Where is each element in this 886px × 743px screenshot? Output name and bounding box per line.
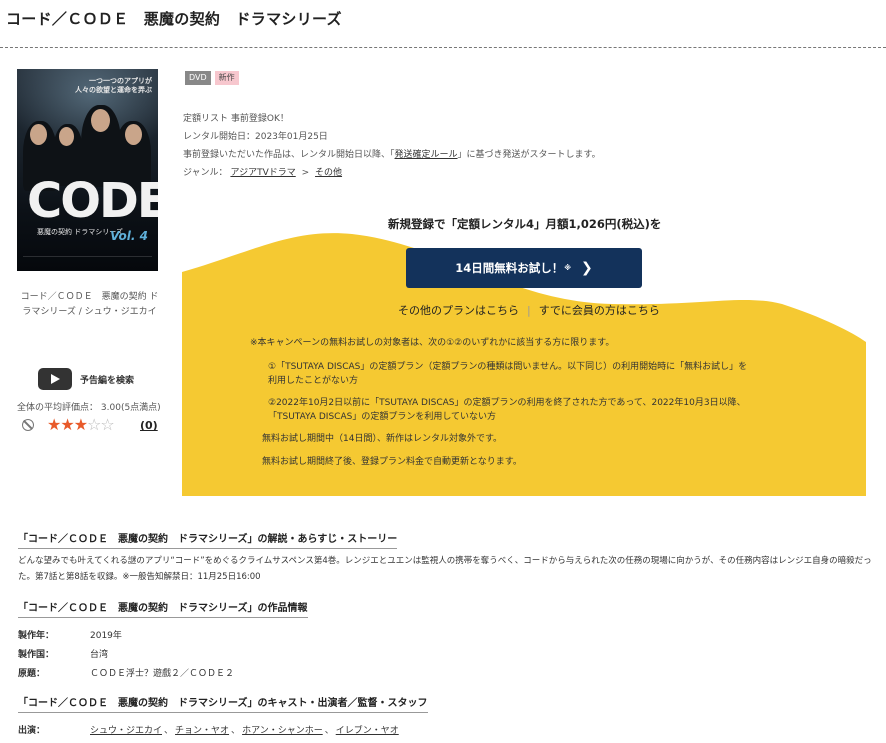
- chevron-right-icon: ❯: [581, 260, 593, 276]
- average-rating: 全体の平均評価点： 3.00(5点満点): [17, 400, 161, 413]
- meta-key: 製作年：: [18, 631, 55, 641]
- rating-label: 全体の平均評価点：: [17, 403, 99, 413]
- campaign-note-line: ②2022年10月2日以前に「TSUTAYA DISCAS」の定額プランの利用を…: [268, 398, 746, 408]
- link-separator: |: [527, 304, 531, 317]
- campaign-note-line: 「TSUTAYA DISCAS」の定額プランを利用していない方: [268, 412, 497, 422]
- campaign-note-1: ①「TSUTAYA DISCAS」の定額プラン（定額プランの種類は問いません。以…: [268, 360, 747, 388]
- genre-arrow: >: [301, 168, 310, 178]
- new-badge: 新作: [214, 71, 239, 85]
- production-year-row: 製作年： 2019年: [18, 628, 122, 641]
- campaign-note-3: 無料お試し期間中（14日間）、新作はレンタル対象外です。: [262, 434, 503, 444]
- prohibited-icon[interactable]: [22, 419, 34, 431]
- title-divider: [0, 47, 886, 48]
- item-info: 定額リスト 事前登録OK！ レンタル開始日：2023年01月25日 事前登録いた…: [183, 110, 601, 182]
- cast-separator: 、: [324, 726, 334, 736]
- campaign-note-intro: ※本キャンペーンの無料お試しの対象者は、次の①②のいずれかに該当する方に限ります…: [250, 338, 615, 348]
- cast-link[interactable]: ホアン・シャンホー: [242, 726, 323, 736]
- shipping-note-pre: 事前登録いただいた作品は、レンタル開始日以降、「: [183, 150, 395, 160]
- cast-link[interactable]: チョン・ヤオ: [175, 726, 229, 736]
- free-trial-button[interactable]: 14日間無料お試し！ ※ ❯: [406, 248, 642, 288]
- synopsis-text: どんな望みでも叶えてくれる謎のアプリ“コード”をめぐるクライムサスペンス第4巻。…: [18, 556, 872, 582]
- shipping-note-post: 」に基づき発送がスタートします。: [457, 150, 601, 160]
- poster-code-logo: CODE: [27, 173, 158, 229]
- promo-links: その他のプランはこちら | すでに会員の方はこちら: [398, 302, 660, 318]
- format-badges: DVD 新作: [185, 71, 239, 85]
- meta-key: 製作国：: [18, 650, 55, 660]
- meta-value: 台湾: [90, 650, 109, 660]
- free-trial-note-mark: ※: [564, 264, 572, 272]
- poster-face: [59, 127, 74, 146]
- campaign-note-4: 無料お試し期間終了後、登録プラン料金で自動更新となります。: [262, 457, 522, 467]
- poster-caption: コード／ＣＯＤＥ 悪魔の契約 ドラマシリーズ / シュウ・ジエカイ: [20, 292, 159, 317]
- cast-row: 出演： シュウ・ジエカイ、チョン・ヤオ、ホアン・シャンホー、イレブン・ヤオ: [18, 723, 399, 736]
- genre-label: ジャンル：: [183, 168, 228, 178]
- jacket-image[interactable]: 一つ一つのアプリが 人々の欲望と運命を弄ぶ CODE 悪魔の契約 ドラマシリーズ…: [17, 69, 158, 271]
- rating-scale: (5点満点): [120, 403, 161, 413]
- meta-key: 原題：: [18, 669, 46, 679]
- poster-face: [91, 109, 110, 132]
- campaign-note-line: 利用したことがない方: [268, 376, 359, 386]
- rating-value: 3.00: [100, 403, 121, 413]
- star-filled-icon: ★: [47, 415, 61, 434]
- rental-start-date: レンタル開始日：2023年01月25日: [183, 132, 328, 142]
- star-rating: ★★★☆☆: [47, 415, 115, 434]
- cast-label: 出演：: [18, 726, 46, 736]
- play-icon: [38, 368, 72, 390]
- original-title-row: 原題： ＣＯＤＥ浮士？遊戲２／ＣＯＤＥ２: [18, 666, 234, 679]
- star-filled-icon: ★: [60, 415, 74, 434]
- cast-link[interactable]: シュウ・ジエカイ: [90, 726, 162, 736]
- poster-volume: Vol. 4: [110, 229, 148, 243]
- cast-separator: 、: [231, 726, 241, 736]
- rating-row: ★★★☆☆ (0): [19, 415, 159, 436]
- production-country-row: 製作国： 台湾: [18, 647, 108, 660]
- meta-value: 2019年: [90, 631, 122, 641]
- page-title: コード／ＣＯＤＥ 悪魔の契約 ドラマシリーズ: [6, 10, 342, 28]
- campaign-note-line: ①「TSUTAYA DISCAS」の定額プラン（定額プランの種類は問いません。以…: [268, 362, 748, 372]
- cast-link[interactable]: イレブン・ヤオ: [336, 726, 399, 736]
- star-empty-icon: ☆: [87, 415, 101, 434]
- star-filled-icon: ★: [73, 415, 88, 434]
- promo-headline: 新規登録で「定額レンタル4」月額1,026円(税込)を: [388, 217, 662, 231]
- star-empty-icon: ☆: [100, 415, 114, 434]
- genre-link-asia-tv-drama[interactable]: アジアTVドラマ: [230, 168, 295, 178]
- poster-tagline-line: 人々の欲望と運命を弄ぶ: [75, 86, 152, 94]
- campaign-note-2: ②2022年10月2日以前に「TSUTAYA DISCAS」の定額プランの利用を…: [268, 396, 746, 424]
- works-info-heading: 「コード／ＣＯＤＥ 悪魔の契約 ドラマシリーズ」の作品情報: [18, 599, 308, 618]
- pre-registration-note: 定額リスト 事前登録OK！: [183, 114, 289, 124]
- poster-face: [30, 124, 47, 145]
- trailer-label: 予告編を検索: [80, 375, 135, 386]
- free-trial-label: 14日間無料お試し！: [455, 261, 564, 275]
- poster-face: [125, 124, 142, 145]
- review-count-link[interactable]: (0): [140, 419, 158, 432]
- meta-value: ＣＯＤＥ浮士？遊戲２／ＣＯＤＥ２: [90, 669, 235, 679]
- cast-heading: 「コード／ＣＯＤＥ 悪魔の契約 ドラマシリーズ」のキャスト・出演者／監督・スタッ…: [18, 694, 428, 713]
- trailer-search-button[interactable]: 予告編を検索: [38, 368, 134, 390]
- synopsis-heading: 「コード／ＣＯＤＥ 悪魔の契約 ドラマシリーズ」の解説・あらすじ・ストーリー: [18, 530, 398, 549]
- genre-link-other[interactable]: その他: [315, 168, 342, 178]
- shipping-note: 事前登録いただいた作品は、レンタル開始日以降、「発送確定ルール」に基づき発送がス…: [183, 146, 601, 164]
- other-plans-link[interactable]: その他のプランはこちら: [398, 304, 519, 317]
- poster-tagline-line: 一つ一つのアプリが: [89, 77, 152, 85]
- cast-separator: 、: [164, 726, 174, 736]
- poster-tagline: 一つ一つのアプリが 人々の欲望と運命を弄ぶ: [75, 77, 152, 95]
- member-login-link[interactable]: すでに会員の方はこちら: [539, 304, 660, 317]
- shipping-rules-link[interactable]: 発送確定ルール: [395, 150, 458, 160]
- dvd-badge: DVD: [185, 71, 211, 85]
- poster-credits: [23, 256, 152, 266]
- genre-row: ジャンル： アジアTVドラマ > その他: [183, 164, 601, 182]
